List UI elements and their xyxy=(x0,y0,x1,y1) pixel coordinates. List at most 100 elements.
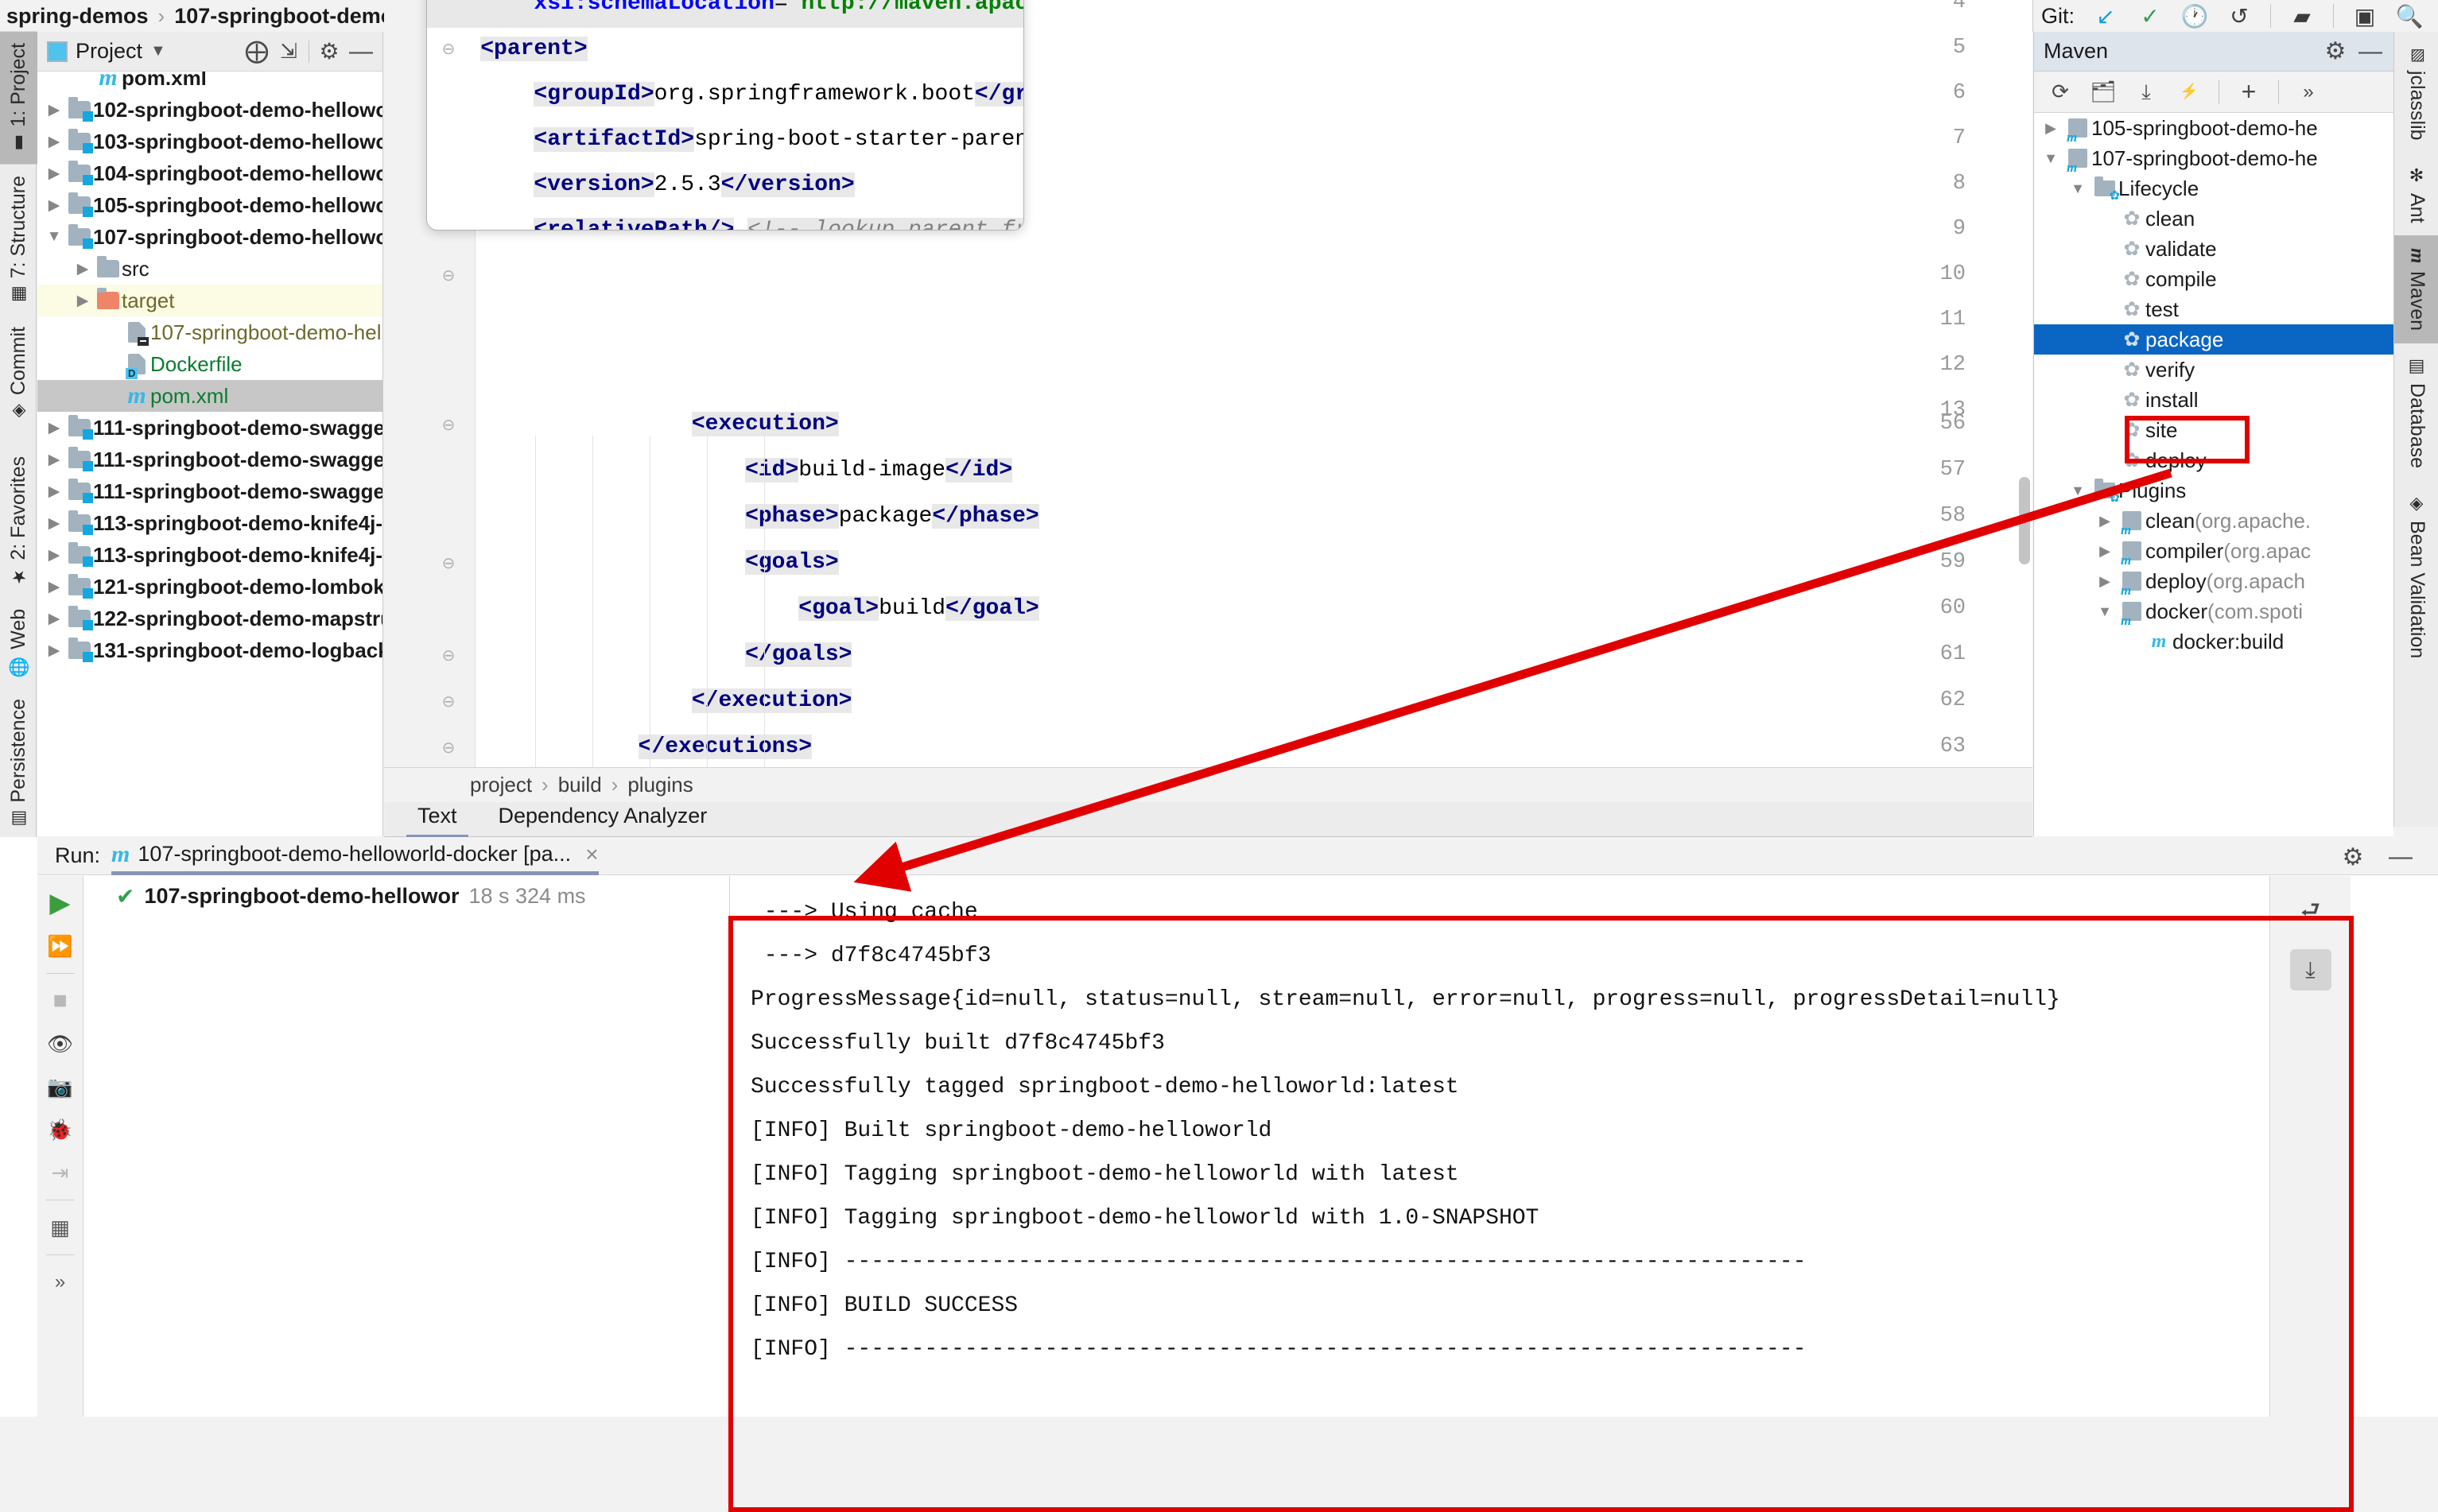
code-fold-icon[interactable]: ⊖ xyxy=(440,553,457,573)
tree-row[interactable]: ▶ 122-springboot-demo-mapstruct xyxy=(37,603,382,634)
toggle-skip-tests-icon[interactable]: ⚡ xyxy=(2176,79,2203,106)
tree-row[interactable]: ▼ 107-springboot-demo-helloworld-docker xyxy=(37,221,382,253)
gear-icon[interactable]: ⚙ xyxy=(2322,38,2349,65)
project-structure-icon[interactable]: ▰ xyxy=(2289,2,2316,29)
chevron-down-icon[interactable]: ▼ xyxy=(150,42,166,60)
tree-expand-arrow-icon[interactable]: ▶ xyxy=(42,133,66,151)
gear-icon[interactable]: ⚙ xyxy=(317,39,341,64)
tree-expand-arrow-icon[interactable]: ▼ xyxy=(42,228,66,246)
reimport-icon[interactable]: ⟳ xyxy=(2047,79,2074,106)
tree-expand-arrow-icon[interactable]: ▶ xyxy=(42,419,66,437)
soft-wrap-icon[interactable]: ⮐ xyxy=(2290,892,2331,933)
maven-tree-row[interactable]: ✿ validate xyxy=(2034,234,2393,264)
sidebar-item-maven[interactable]: m Maven xyxy=(2394,235,2438,343)
sidebar-item-bean-validation[interactable]: ◈ Bean Validation xyxy=(2394,481,2438,671)
rerun-icon[interactable]: ▶ xyxy=(45,887,76,919)
locate-icon[interactable]: ⨁ xyxy=(245,38,269,64)
rerun-failed-icon[interactable]: ⏩ xyxy=(45,930,76,962)
maven-tree-row[interactable]: ▼ Lifecycle xyxy=(2034,173,2393,204)
history-clock-icon[interactable]: 🕐 xyxy=(2181,2,2209,29)
maven-tree-row[interactable]: ✿ compile xyxy=(2034,264,2393,294)
more-icon[interactable]: » xyxy=(2295,79,2322,106)
tree-expand-arrow-icon[interactable]: ▶ xyxy=(2037,120,2064,137)
tree-row[interactable]: ▶ 102-springboot-demo-helloworld-mvc xyxy=(37,94,382,126)
maven-tree-row[interactable]: ✿ deploy xyxy=(2034,445,2393,475)
tree-expand-arrow-icon[interactable]: ▶ xyxy=(42,642,66,660)
sidebar-item-favorites[interactable]: ★ 2: Favorites xyxy=(0,445,37,598)
tab-dependency-analyzer[interactable]: Dependency Analyzer xyxy=(481,801,725,836)
code-fold-icon[interactable]: ⊖ xyxy=(440,266,457,285)
collapse-all-icon[interactable]: ⇲ xyxy=(277,39,301,64)
maven-tree-row[interactable]: ▼ 107-springboot-demo-he xyxy=(2034,143,2393,176)
maven-tree-row[interactable]: ▶ clean (org.apache. xyxy=(2034,506,2393,539)
tree-row[interactable]: ▶ 111-springboot-demo-swagger-v3-openapi xyxy=(37,475,382,507)
editor-view-tabs[interactable]: Text Dependency Analyzer xyxy=(384,802,2032,839)
layout-icon[interactable]: ▦ xyxy=(45,1212,76,1243)
add-maven-project-icon[interactable]: + xyxy=(2235,77,2262,106)
maven-tree-row[interactable]: m docker:build xyxy=(2034,626,2393,657)
tree-expand-arrow-icon[interactable]: ▼ xyxy=(2064,483,2091,499)
code-fold-icon[interactable]: ⊖ xyxy=(440,646,457,665)
code-fold-icon[interactable]: ⊖ xyxy=(440,738,457,758)
tree-expand-arrow-icon[interactable]: ▶ xyxy=(42,514,66,533)
tree-row[interactable]: ▶ src xyxy=(37,253,382,285)
maven-tree-row[interactable]: ✿ verify xyxy=(2034,355,2393,385)
tree-expand-arrow-icon[interactable]: ▶ xyxy=(71,292,95,310)
stop-icon[interactable]: ■ xyxy=(45,985,76,1017)
tree-expand-arrow-icon[interactable]: ▶ xyxy=(42,546,66,564)
tree-row[interactable]: D Dockerfile xyxy=(37,348,382,380)
tree-row[interactable]: ▶ 113-springboot-demo-knife4j-v3 xyxy=(37,539,382,571)
tree-row[interactable]: 107-springboot-demo-helloworld-docker.im… xyxy=(37,316,382,348)
download-sources-icon[interactable]: ⤓ xyxy=(2133,79,2160,106)
update-project-icon[interactable]: ↙ xyxy=(2092,2,2119,29)
search-everywhere-icon[interactable]: 🔍 xyxy=(2396,2,2424,29)
filter-bugs-icon[interactable]: 🐞 xyxy=(45,1114,76,1146)
tree-row[interactable]: ▶ 121-springboot-demo-lombok xyxy=(37,571,382,603)
maven-tree-row[interactable]: ✿ package xyxy=(2034,324,2393,355)
tree-row[interactable]: ▶ 103-springboot-demo-helloworld-build-wa… xyxy=(37,126,382,157)
maven-tree-row[interactable]: ▶ deploy (org.apach xyxy=(2034,566,2393,599)
editor-breadcrumb-item[interactable]: build xyxy=(558,773,602,797)
maven-tree-row[interactable]: ✿ install xyxy=(2034,385,2393,415)
tree-row[interactable]: ▶ 104-springboot-demo-helloworld-jetty xyxy=(37,157,382,189)
minimize-icon[interactable]: — xyxy=(2387,843,2414,870)
close-icon[interactable]: × xyxy=(585,842,598,867)
sidebar-item-web[interactable]: 🌐 Web xyxy=(0,598,37,688)
minimize-icon[interactable]: — xyxy=(349,38,373,64)
tree-row[interactable]: ▶ 105-springboot-demo-helloworld-undertow xyxy=(37,189,382,221)
scroll-to-end-icon[interactable]: ⤓ xyxy=(2289,949,2331,991)
sidebar-item-database[interactable]: ▤ Database xyxy=(2394,343,2438,481)
editor-breadcrumb-item[interactable]: plugins xyxy=(627,773,693,797)
tree-expand-arrow-icon[interactable]: ▶ xyxy=(42,610,66,628)
code-fold-icon[interactable]: ⊖ xyxy=(440,415,457,435)
toggle-auto-test-icon[interactable]: 👁 xyxy=(45,1028,76,1060)
tree-expand-arrow-icon[interactable]: ▶ xyxy=(71,260,95,278)
tree-row[interactable]: ▶ 113-springboot-demo-knife4j-v2 xyxy=(37,507,382,539)
tree-expand-arrow-icon[interactable]: ▶ xyxy=(2091,513,2118,529)
tree-row[interactable]: ▶ target xyxy=(37,285,382,316)
minimize-icon[interactable]: — xyxy=(2357,38,2384,65)
run-results-tree[interactable]: ✔ 107-springboot-demo-hellowor 18 s 324 … xyxy=(84,876,730,1417)
maven-projects-tree[interactable]: ▶105-springboot-demo-he▼107-springboot-d… xyxy=(2034,113,2393,836)
tree-expand-arrow-icon[interactable]: ▶ xyxy=(42,101,66,119)
maven-tree-row[interactable]: ✿ test xyxy=(2034,294,2393,324)
tree-expand-arrow-icon[interactable]: ▼ xyxy=(2037,150,2064,167)
maven-tree-row[interactable]: ▶ compiler (org.apac xyxy=(2034,536,2393,569)
tree-expand-arrow-icon[interactable]: ▶ xyxy=(42,483,66,501)
maven-tree-row[interactable]: ▼ Plugins xyxy=(2034,475,2393,506)
more-icon[interactable]: » xyxy=(45,1266,76,1298)
sidebar-item-project[interactable]: ▮ 1: Project xyxy=(0,32,37,165)
export-screenshot-icon[interactable]: 📷 xyxy=(45,1071,76,1103)
rollback-icon[interactable]: ↺ xyxy=(2226,2,2253,29)
generate-sources-icon[interactable]: 🗂 xyxy=(2090,79,2117,106)
code-fold-icon[interactable]: ⊖ xyxy=(440,39,457,59)
tree-expand-arrow-icon[interactable]: ▶ xyxy=(2091,573,2118,590)
sidebar-item-jclasslib[interactable]: ▨ jclasslib xyxy=(2394,32,2438,153)
breadcrumb-item-project[interactable]: spring-demos xyxy=(6,4,149,29)
project-file-tree[interactable]: mpom.xml▶102-springboot-demo-helloworld-… xyxy=(37,72,382,836)
maven-tree-row[interactable]: ✿ site xyxy=(2034,415,2393,445)
tree-expand-arrow-icon[interactable]: ▼ xyxy=(2064,180,2091,197)
sidebar-item-commit[interactable]: ◈ Commit xyxy=(0,316,37,432)
sidebar-item-structure[interactable]: ▦ 7: Structure xyxy=(0,165,37,316)
commit-checkmark-icon[interactable]: ✓ xyxy=(2137,2,2164,29)
